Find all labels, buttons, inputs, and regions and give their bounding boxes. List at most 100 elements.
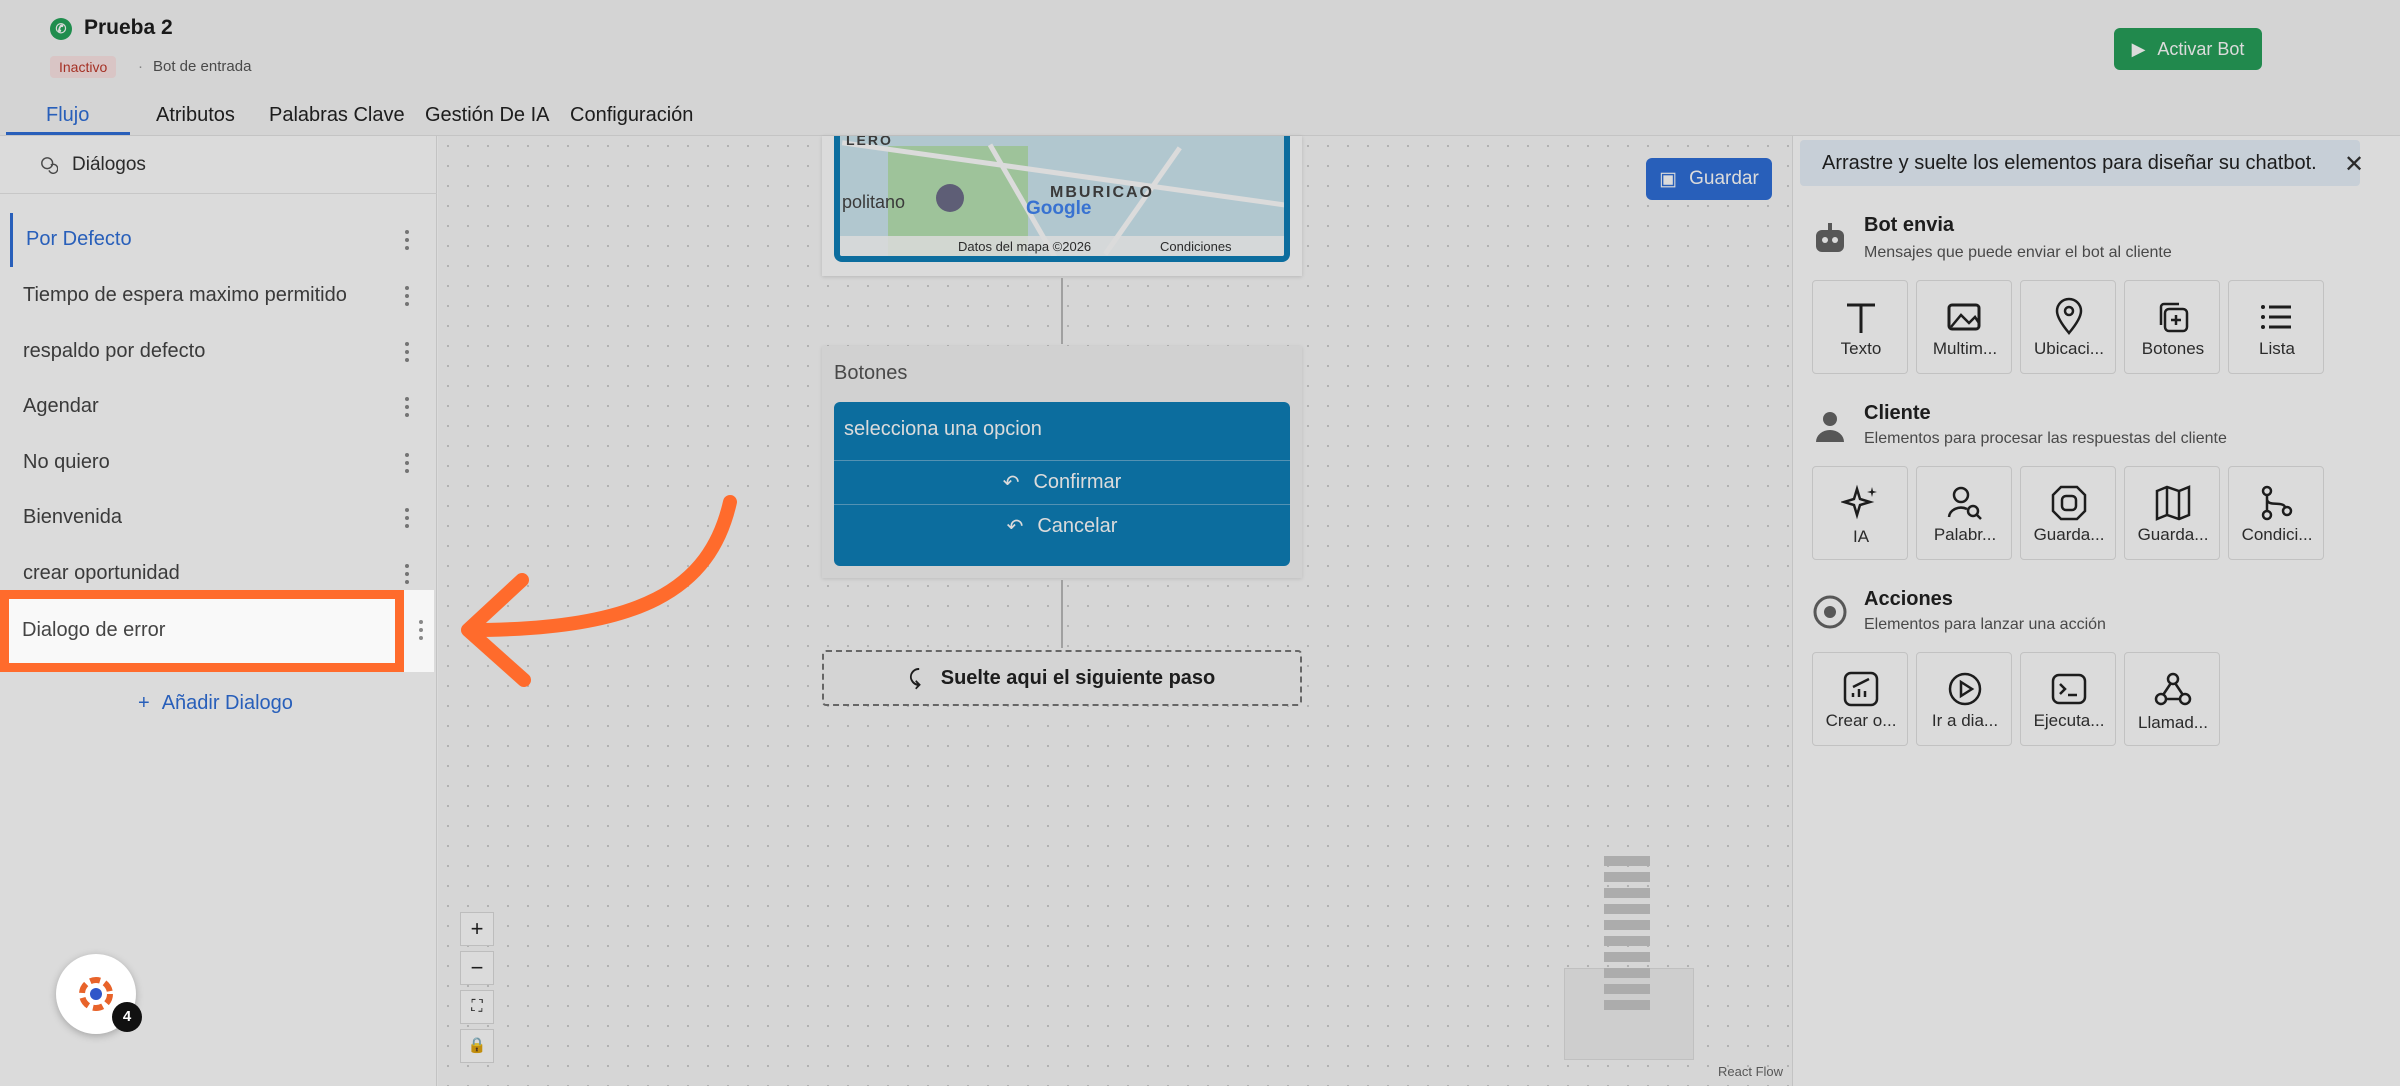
tile-lista[interactable]: Lista bbox=[2228, 280, 2324, 374]
section-title-cliente: Cliente bbox=[1864, 402, 1931, 424]
dialog-item-label: Bienvenida bbox=[23, 506, 122, 528]
google-logo: Google bbox=[1026, 198, 1092, 219]
more-options-icon[interactable] bbox=[404, 453, 410, 473]
option-label: Confirmar bbox=[1033, 471, 1122, 493]
tile-label: Condici... bbox=[2241, 525, 2313, 544]
bot-title: Prueba 2 bbox=[84, 16, 173, 39]
section-title-bot-envia: Bot envia bbox=[1864, 214, 1955, 236]
more-options-icon[interactable] bbox=[404, 564, 410, 584]
tile-ia[interactable]: IA bbox=[1812, 466, 1908, 560]
section-title-acciones: Acciones bbox=[1864, 588, 1953, 610]
play-circle-icon bbox=[1948, 672, 1982, 706]
tile-palabras[interactable]: Palabr... bbox=[1916, 466, 2012, 560]
more-options-icon[interactable] bbox=[418, 620, 424, 640]
option-confirmar[interactable]: ↶ Confirmar bbox=[834, 460, 1290, 504]
more-options-icon[interactable] bbox=[404, 230, 410, 250]
tile-ir-a-dialogo[interactable]: Ir a dia... bbox=[1916, 652, 2012, 746]
map-terms-link[interactable]: Condiciones bbox=[1160, 239, 1232, 254]
tile-llamada[interactable]: Llamad... bbox=[2124, 652, 2220, 746]
add-dialog-label: Añadir Dialogo bbox=[161, 692, 293, 714]
fit-view-button[interactable]: ⛶ bbox=[460, 990, 494, 1024]
tile-label: Texto bbox=[1840, 339, 1882, 358]
activate-bot-label: Activar Bot bbox=[2157, 38, 2245, 59]
zoom-out-button[interactable]: − bbox=[460, 951, 494, 985]
tile-label: Crear o... bbox=[1825, 711, 1897, 730]
tab-gestion-ia[interactable]: Gestión De IA bbox=[425, 104, 550, 127]
more-options-highlight[interactable] bbox=[404, 590, 434, 672]
dialog-item-respaldo[interactable]: respaldo por defecto bbox=[10, 325, 430, 379]
tab-bar: Flujo Atributos Palabras Clave Gestión D… bbox=[0, 100, 2400, 136]
tab-flujo[interactable]: Flujo bbox=[46, 104, 89, 127]
dialog-item-por-defecto[interactable]: Por Defecto bbox=[10, 213, 430, 267]
location-node[interactable]: LERO politano MBURICAO Google Datos del … bbox=[822, 136, 1302, 276]
dialog-item-label: Tiempo de espera maximo permitido bbox=[23, 284, 347, 306]
tile-crear-oportunidad[interactable]: Crear o... bbox=[1812, 652, 1908, 746]
option-label: Cancelar bbox=[1037, 515, 1118, 537]
dialog-item-no-quiero[interactable]: No quiero bbox=[10, 436, 430, 490]
save-label: Guardar bbox=[1689, 168, 1759, 189]
webhook-icon bbox=[2154, 672, 2192, 706]
tile-condicion[interactable]: Condici... bbox=[2228, 466, 2324, 560]
tutorial-arrow-icon bbox=[461, 495, 737, 687]
sidebar-title: Diálogos bbox=[72, 154, 146, 175]
dialog-item-label: No quiero bbox=[23, 451, 110, 473]
option-cancelar[interactable]: ↶ Cancelar bbox=[834, 504, 1290, 548]
tab-atributos[interactable]: Atributos bbox=[156, 104, 235, 127]
tile-label: Multim... bbox=[1932, 339, 1998, 358]
save-button[interactable]: ▣ Guardar bbox=[1646, 158, 1772, 200]
tab-configuracion[interactable]: Configuración bbox=[570, 104, 693, 127]
tile-multimedia[interactable]: Multim... bbox=[1916, 280, 2012, 374]
dialog-item-label: respaldo por defecto bbox=[23, 340, 206, 362]
more-options-icon[interactable] bbox=[404, 286, 410, 306]
more-options-icon[interactable] bbox=[404, 397, 410, 417]
node-title: Botones bbox=[834, 362, 908, 384]
text-icon bbox=[1847, 303, 1875, 333]
map-pin-icon bbox=[936, 184, 964, 212]
plus-icon: + bbox=[138, 692, 150, 714]
lock-icon[interactable]: 🔒 bbox=[460, 1029, 494, 1063]
active-tab-indicator bbox=[6, 132, 130, 135]
dialog-item-tiempo-espera[interactable]: Tiempo de espera maximo permitido bbox=[10, 269, 430, 323]
react-flow-attribution[interactable]: React Flow bbox=[1718, 1064, 1783, 1079]
buttons-message-text: selecciona una opcion bbox=[844, 418, 1042, 440]
section-subtitle: Elementos para procesar las respuestas d… bbox=[1864, 430, 2227, 447]
section-subtitle: Elementos para lanzar una acción bbox=[1864, 616, 2106, 633]
tile-texto[interactable]: Texto bbox=[1812, 280, 1908, 374]
activate-bot-button[interactable]: ▶ Activar Bot bbox=[2114, 28, 2262, 70]
close-icon[interactable]: ✕ bbox=[2344, 150, 2364, 179]
status-badge: Inactivo bbox=[50, 56, 117, 78]
target-icon bbox=[1813, 595, 1847, 629]
buttons-node[interactable]: Botones selecciona una opcion ↶ Confirma… bbox=[822, 346, 1302, 578]
drop-next-step-zone[interactable]: ⤹ Suelte aqui el siguiente paso bbox=[822, 650, 1302, 706]
tile-ubicacion[interactable]: Ubicaci... bbox=[2020, 280, 2116, 374]
map-preview: LERO politano MBURICAO Google Datos del … bbox=[834, 136, 1290, 262]
save-shield-icon bbox=[2051, 485, 2087, 521]
tile-label: Llamad... bbox=[2138, 713, 2208, 732]
zoom-in-button[interactable]: + bbox=[460, 912, 494, 946]
bot-type: Bot de entrada bbox=[138, 58, 251, 75]
more-options-icon[interactable] bbox=[404, 342, 410, 362]
dialog-item-label: crear oportunidad bbox=[23, 562, 180, 584]
section-subtitle: Mensajes que puede enviar el bot al clie… bbox=[1864, 244, 2172, 261]
dialog-item-bienvenida[interactable]: Bienvenida bbox=[10, 491, 430, 545]
tile-guardar-1[interactable]: Guarda... bbox=[2020, 466, 2116, 560]
tile-guardar-2[interactable]: Guarda... bbox=[2124, 466, 2220, 560]
robot-icon bbox=[1816, 223, 1844, 252]
dialog-item-label: Dialogo de error bbox=[22, 619, 166, 641]
tile-botones[interactable]: Botones bbox=[2124, 280, 2220, 374]
notification-badge: 4 bbox=[112, 1002, 142, 1032]
tile-label: Ubicaci... bbox=[2034, 339, 2104, 358]
tile-label: Lista bbox=[2259, 339, 2295, 358]
reply-icon: ↶ bbox=[1002, 472, 1020, 494]
more-options-icon[interactable] bbox=[404, 508, 410, 528]
drop-zone-label: Suelte aqui el siguiente paso bbox=[940, 666, 1216, 689]
tab-palabras-clave[interactable]: Palabras Clave bbox=[269, 104, 405, 127]
person-icon bbox=[1816, 412, 1844, 442]
dialog-item-dialogo-de-error[interactable]: Dialogo de error bbox=[0, 590, 404, 672]
tile-ejecutar[interactable]: Ejecuta... bbox=[2020, 652, 2116, 746]
map-pin-icon bbox=[2055, 297, 2083, 335]
chat-bubbles-icon bbox=[41, 157, 58, 174]
add-dialog-button[interactable]: + Añadir Dialogo bbox=[138, 692, 293, 715]
dialog-item-agendar[interactable]: Agendar bbox=[10, 380, 430, 434]
list-icon bbox=[2261, 305, 2291, 329]
